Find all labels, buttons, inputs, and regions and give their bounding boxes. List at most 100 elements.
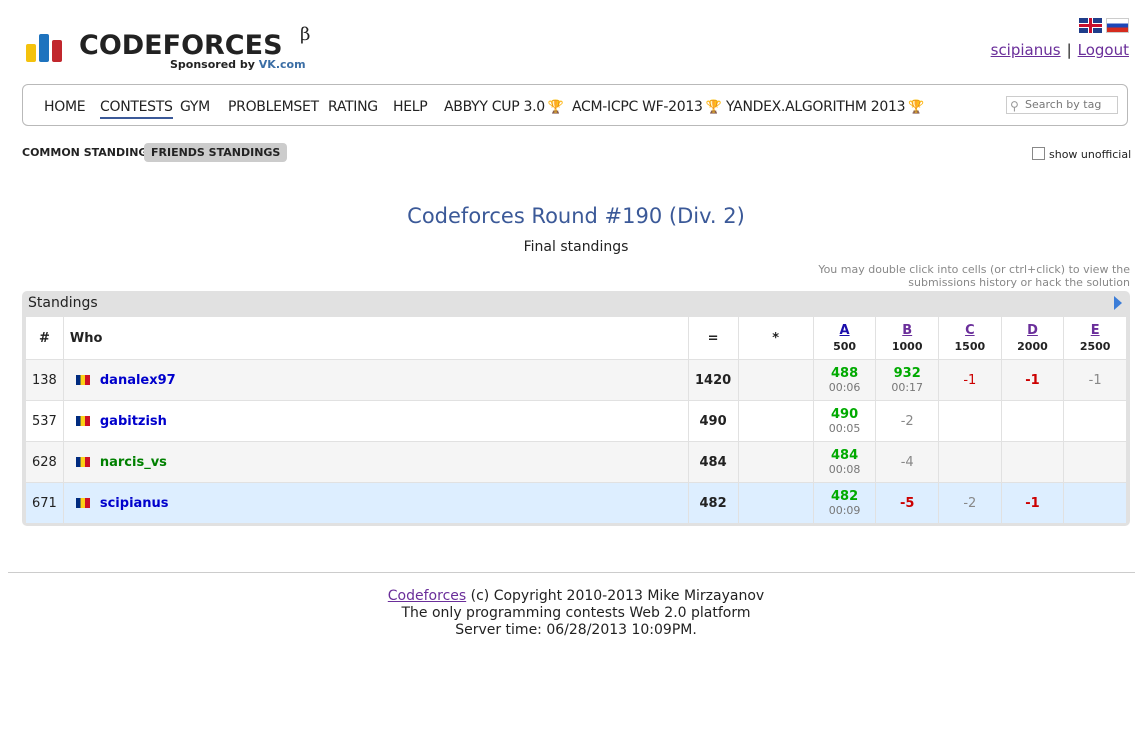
rank-cell: 537 bbox=[25, 400, 64, 442]
problem-cell[interactable]: 932 00:17 bbox=[875, 359, 940, 401]
expand-arrow-icon[interactable] bbox=[1114, 296, 1122, 310]
problem-cell[interactable]: 482 00:09 bbox=[812, 482, 877, 524]
problem-cell[interactable] bbox=[938, 441, 1002, 483]
main-menu: HOME CONTESTS GYM PROBLEMSET RATING HELP… bbox=[22, 84, 1128, 126]
col-problem-e[interactable]: E 2500 bbox=[1063, 316, 1127, 360]
hint-text: You may double click into cells (or ctrl… bbox=[818, 263, 1130, 289]
menu-acm-icpc[interactable]: ACM-ICPC WF-2013 🏆 bbox=[572, 99, 722, 115]
romania-flag-icon bbox=[75, 374, 90, 385]
romania-flag-icon bbox=[75, 497, 90, 508]
problem-cell[interactable] bbox=[1063, 400, 1127, 442]
who-cell: danalex97 bbox=[62, 359, 689, 401]
table-header: # Who = * A 500 B 1000 C 1500 D 2000 E 2500 bbox=[25, 316, 1127, 360]
penalty-cell bbox=[737, 441, 814, 483]
menu-help[interactable]: HELP bbox=[393, 99, 428, 115]
tab-friends-standings[interactable]: FRIENDS STANDINGS bbox=[144, 143, 288, 162]
menu-contests[interactable]: CONTESTS bbox=[100, 99, 173, 119]
col-problem-b[interactable]: B 1000 bbox=[875, 316, 940, 360]
show-unofficial-toggle[interactable]: show unofficial bbox=[1032, 147, 1131, 161]
server-time: Server time: 06/28/2013 10:09PM. bbox=[455, 622, 697, 638]
footer-codeforces-link[interactable]: Codeforces bbox=[388, 588, 466, 604]
english-flag-icon[interactable] bbox=[1079, 18, 1102, 33]
search-input[interactable]: ⚲ Search by tag bbox=[1006, 96, 1118, 114]
rank-cell: 138 bbox=[25, 359, 64, 401]
problem-cell[interactable]: 488 00:06 bbox=[812, 359, 877, 401]
problem-cell[interactable] bbox=[1063, 441, 1127, 483]
problem-cell[interactable]: -1 bbox=[1000, 359, 1065, 401]
handle-link[interactable]: danalex97 bbox=[100, 373, 176, 388]
problem-cell[interactable] bbox=[1063, 482, 1127, 524]
separator: | bbox=[1066, 41, 1072, 59]
logo-text: CODEFORCES bbox=[79, 30, 283, 61]
problem-cell[interactable]: -1 bbox=[938, 359, 1002, 401]
table-row: 537 gabitzish 490 490 00:05 -2 bbox=[25, 400, 1127, 442]
who-cell: scipianus bbox=[62, 482, 689, 524]
panel-title: Standings bbox=[28, 295, 98, 311]
problem-cell[interactable]: -2 bbox=[938, 482, 1002, 524]
problem-cell[interactable] bbox=[1000, 441, 1065, 483]
standings-table: # Who = * A 500 B 1000 C 1500 D 2000 E 2500 1… bbox=[25, 316, 1127, 524]
contest-title[interactable]: Codeforces Round #190 (Div. 2) bbox=[0, 204, 1135, 228]
who-cell: narcis_vs bbox=[62, 441, 689, 483]
table-row-current-user: 671 scipianus 482 482 00:09 -5 -2 -1 bbox=[25, 482, 1127, 524]
rank-cell: 628 bbox=[25, 441, 64, 483]
problem-cell[interactable]: -1 bbox=[1063, 359, 1127, 401]
show-unofficial-checkbox[interactable] bbox=[1032, 147, 1045, 160]
handle-link[interactable]: gabitzish bbox=[100, 414, 167, 429]
menu-gym[interactable]: GYM bbox=[180, 99, 210, 115]
penalty-cell bbox=[737, 482, 814, 524]
trophy-icon: 🏆 bbox=[547, 100, 564, 115]
problem-cell[interactable]: 484 00:08 bbox=[812, 441, 877, 483]
handle-link[interactable]: narcis_vs bbox=[100, 455, 167, 470]
menu-rating[interactable]: RATING bbox=[328, 99, 378, 115]
menu-home[interactable]: HOME bbox=[44, 99, 86, 115]
standings-subtitle: Final standings bbox=[523, 239, 629, 255]
profile-link[interactable]: scipianus bbox=[991, 41, 1061, 59]
romania-flag-icon bbox=[75, 456, 90, 467]
search-icon: ⚲ bbox=[1010, 99, 1019, 113]
footer-divider bbox=[8, 572, 1135, 573]
col-problem-c[interactable]: C 1500 bbox=[938, 316, 1002, 360]
penalty-cell bbox=[737, 359, 814, 401]
problem-cell[interactable]: 490 00:05 bbox=[812, 400, 877, 442]
logout-link[interactable]: Logout bbox=[1078, 41, 1129, 59]
codeforces-logo[interactable]: CODEFORCES β Sponsored by VK.com bbox=[26, 24, 326, 74]
footer: Codeforces (c) Copyright 2010-2013 Mike … bbox=[0, 588, 1135, 639]
sponsor-text: Sponsored by VK.com bbox=[170, 58, 306, 71]
user-links: scipianus | Logout bbox=[991, 41, 1129, 59]
points-cell: 1420 bbox=[687, 359, 739, 401]
footer-tagline: The only programming contests Web 2.0 pl… bbox=[401, 605, 751, 621]
penalty-cell bbox=[737, 400, 814, 442]
points-cell: 490 bbox=[687, 400, 739, 442]
problem-cell[interactable]: -2 bbox=[875, 400, 940, 442]
table-row: 628 narcis_vs 484 484 00:08 -4 bbox=[25, 441, 1127, 483]
col-problem-a[interactable]: A 500 bbox=[812, 316, 877, 360]
tab-common-standings[interactable]: COMMON STANDINGS bbox=[22, 146, 155, 159]
points-cell: 484 bbox=[687, 441, 739, 483]
show-unofficial-label: show unofficial bbox=[1049, 148, 1132, 161]
logo-beta: β bbox=[300, 24, 311, 45]
who-cell: gabitzish bbox=[62, 400, 689, 442]
col-points: = bbox=[687, 316, 739, 360]
problem-cell[interactable]: -4 bbox=[875, 441, 940, 483]
table-row: 138 danalex97 1420 488 00:06 932 00:17 -1 … bbox=[25, 359, 1127, 401]
col-problem-d[interactable]: D 2000 bbox=[1000, 316, 1065, 360]
col-who: Who bbox=[62, 316, 689, 360]
romania-flag-icon bbox=[75, 415, 90, 426]
language-flags bbox=[1075, 18, 1129, 37]
problem-cell[interactable] bbox=[1000, 400, 1065, 442]
russian-flag-icon[interactable] bbox=[1106, 18, 1129, 33]
footer-copyright: Codeforces (c) Copyright 2010-2013 Mike … bbox=[387, 588, 765, 604]
menu-abbyy-cup[interactable]: ABBYY CUP 3.0 🏆 bbox=[444, 99, 564, 115]
problem-cell[interactable]: -1 bbox=[1000, 482, 1065, 524]
trophy-icon: 🏆 bbox=[705, 100, 722, 115]
search-placeholder: Search by tag bbox=[1025, 98, 1102, 111]
problem-cell[interactable] bbox=[938, 400, 1002, 442]
menu-yandex-algorithm[interactable]: YANDEX.ALGORITHM 2013 🏆 bbox=[726, 99, 924, 115]
trophy-icon: 🏆 bbox=[908, 100, 925, 115]
handle-link[interactable]: scipianus bbox=[100, 496, 169, 511]
menu-problemset[interactable]: PROBLEMSET bbox=[228, 99, 319, 115]
col-rank: # bbox=[25, 316, 64, 360]
col-penalty: * bbox=[737, 316, 814, 360]
problem-cell[interactable]: -5 bbox=[875, 482, 940, 524]
